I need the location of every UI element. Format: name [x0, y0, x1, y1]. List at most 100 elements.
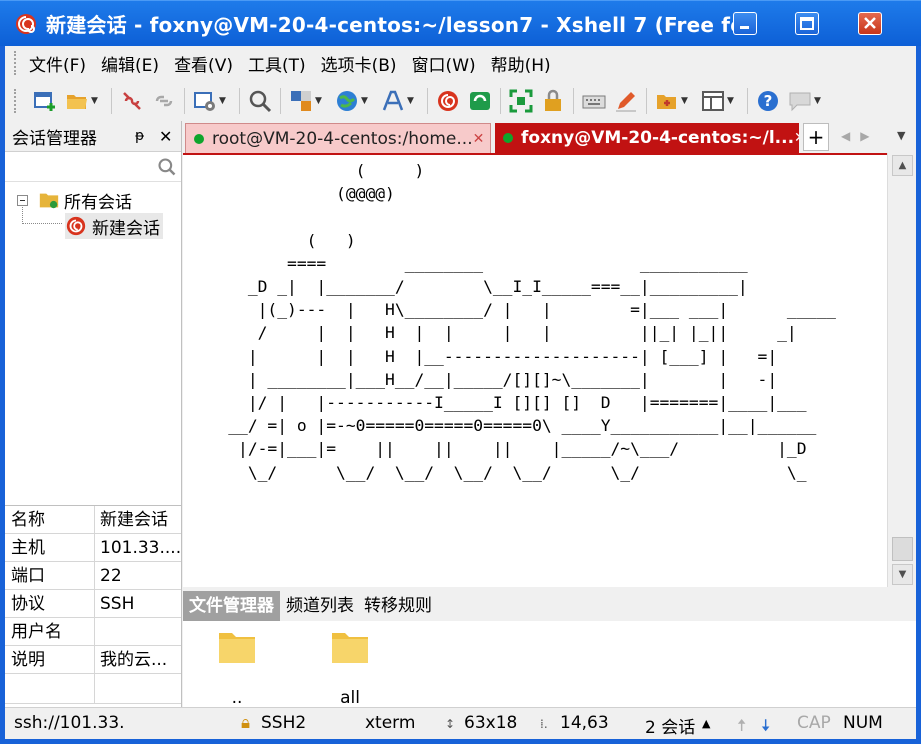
file-item-parent[interactable]: ..: [197, 627, 277, 708]
status-host: ssh://101.33.: [14, 713, 125, 733]
chat-button[interactable]: [787, 88, 813, 114]
tree-session-new[interactable]: 新建会话: [65, 213, 163, 239]
menu-help[interactable]: 帮助(H): [491, 51, 551, 76]
transfer-button[interactable]: [288, 88, 314, 114]
close-icon[interactable]: ✕: [473, 131, 485, 147]
toolbar-separator: [111, 88, 112, 114]
menu-file[interactable]: 文件(F): [29, 51, 86, 76]
session-menu-up-icon[interactable]: ▲: [702, 717, 710, 730]
chevron-down-icon[interactable]: ▼: [361, 96, 371, 106]
reconnect-button[interactable]: [151, 88, 177, 114]
chevron-down-icon[interactable]: ▼: [91, 96, 101, 106]
tab-foxny-session[interactable]: foxny@VM-20-4-centos:~/l... ✕: [495, 123, 799, 153]
toolbar-grip: [14, 89, 17, 113]
maximize-button[interactable]: [795, 12, 819, 35]
terminal-scrollbar[interactable]: ▲ ▼: [887, 153, 916, 587]
file-name: all: [340, 688, 360, 708]
close-icon: [864, 17, 876, 29]
minimize-button[interactable]: [733, 12, 757, 35]
menu-window[interactable]: 窗口(W): [412, 51, 476, 76]
property-value: [95, 618, 181, 645]
disconnect-button[interactable]: [119, 88, 145, 114]
menu-bar: 文件(F) 编辑(E) 查看(V) 工具(T) 选项卡(B) 窗口(W) 帮助(…: [5, 46, 916, 80]
toolbar-separator: [239, 88, 240, 114]
scroll-down-icon[interactable]: ▼: [892, 564, 913, 585]
keyboard-button[interactable]: [581, 88, 607, 114]
close-button[interactable]: [858, 12, 882, 35]
property-key: 名称: [5, 506, 95, 533]
collapse-icon[interactable]: [17, 194, 28, 206]
session-tabs-bar: root@VM-20-4-centos:/home... ✕ foxny@VM-…: [183, 121, 916, 153]
property-row: 主机 101.33....: [5, 534, 181, 562]
chevron-down-icon[interactable]: ▼: [407, 96, 417, 106]
add-folder-button[interactable]: [654, 88, 680, 114]
layout-icon: [702, 91, 724, 111]
property-value: 101.33....: [100, 538, 181, 558]
status-session-count[interactable]: 2 会话: [645, 713, 695, 738]
scroll-up-icon[interactable]: ▲: [892, 155, 913, 176]
bottom-panel-tabs: 文件管理器 频道列表 转移规则: [183, 591, 916, 621]
terminal-area[interactable]: ( ) (@@@@) ( ) ==== ________ ___________…: [183, 153, 887, 587]
toolbar-overflow-icon[interactable]: ▼: [814, 96, 824, 106]
xshell-shell-icon: [438, 91, 458, 111]
property-key: 协议: [5, 590, 95, 617]
menu-edit[interactable]: 编辑(E): [101, 51, 159, 76]
tab-list-dropdown-icon[interactable]: ▼: [897, 129, 905, 142]
tab-scroll-arrows[interactable]: ◀▶: [841, 129, 879, 143]
properties-icon: [194, 92, 215, 111]
pin-icon[interactable]: ᵽ: [135, 128, 149, 144]
new-session-button[interactable]: [32, 88, 58, 114]
fullscreen-button[interactable]: [508, 88, 534, 114]
chevron-down-icon[interactable]: ▼: [727, 96, 737, 106]
properties-button[interactable]: [192, 88, 218, 114]
status-bar: ssh://101.33. 🔒︎ SSH2 xterm ↕ 63x18 ⁞. 1…: [5, 707, 916, 739]
menu-tools[interactable]: 工具(T): [248, 51, 306, 76]
tree-session-label: 新建会话: [92, 218, 160, 239]
tree-line: [22, 223, 62, 224]
property-row: 说明 我的云...: [5, 646, 181, 674]
new-window-icon: [34, 92, 55, 111]
file-item-all[interactable]: all: [310, 627, 390, 708]
session-manager-title: 会话管理器: [12, 128, 97, 149]
tab-transfer-rules[interactable]: 转移规则: [360, 591, 436, 621]
toolbar-separator: [427, 88, 428, 114]
close-icon[interactable]: ✕: [794, 130, 799, 146]
session-tree: 所有会话 新建会话: [5, 183, 181, 503]
chevron-down-icon[interactable]: ▼: [315, 96, 325, 106]
download-arrow-icon: 🠇: [761, 716, 771, 736]
chevron-down-icon[interactable]: ▼: [681, 96, 691, 106]
upload-arrow-icon: 🠅: [737, 716, 747, 736]
tab-root-session[interactable]: root@VM-20-4-centos:/home... ✕: [185, 123, 491, 153]
search-icon[interactable]: [157, 157, 177, 177]
chevron-down-icon[interactable]: ▼: [219, 96, 229, 106]
menu-view[interactable]: 查看(V): [174, 51, 233, 76]
keyboard-icon: [582, 95, 606, 109]
xftp-button[interactable]: [467, 88, 493, 114]
tab-label: foxny@VM-20-4-centos:~/l...: [521, 128, 795, 148]
title-bar: 新建会话 - foxny@VM-20-4-centos:~/lesson7 - …: [0, 0, 921, 46]
property-value: 新建会话: [100, 510, 168, 530]
find-button[interactable]: [247, 88, 273, 114]
add-tab-button[interactable]: +: [803, 123, 829, 151]
property-row: 协议 SSH: [5, 590, 181, 618]
transfer-icon: [291, 91, 311, 111]
tree-folder-all-sessions[interactable]: 所有会话: [17, 187, 132, 213]
session-search-input[interactable]: [5, 152, 181, 182]
menu-tab[interactable]: 选项卡(B): [321, 51, 397, 76]
status-terminal-size: 63x18: [464, 713, 518, 733]
tab-channel-list[interactable]: 频道列表: [282, 591, 358, 621]
globe-button[interactable]: [334, 88, 360, 114]
lock-button[interactable]: [540, 88, 566, 114]
highlight-button[interactable]: [613, 88, 639, 114]
layout-button[interactable]: [700, 88, 726, 114]
help-button[interactable]: ?: [755, 88, 781, 114]
property-key: 主机: [5, 534, 95, 561]
tab-file-manager[interactable]: 文件管理器: [183, 591, 280, 621]
open-button[interactable]: [64, 88, 90, 114]
globe-icon: [337, 91, 357, 111]
close-icon[interactable]: ✕: [159, 127, 173, 146]
scrollbar-thumb[interactable]: [892, 537, 913, 561]
xshell-button[interactable]: [435, 88, 461, 114]
font-button[interactable]: [380, 88, 406, 114]
toolbar-separator: [280, 88, 281, 114]
